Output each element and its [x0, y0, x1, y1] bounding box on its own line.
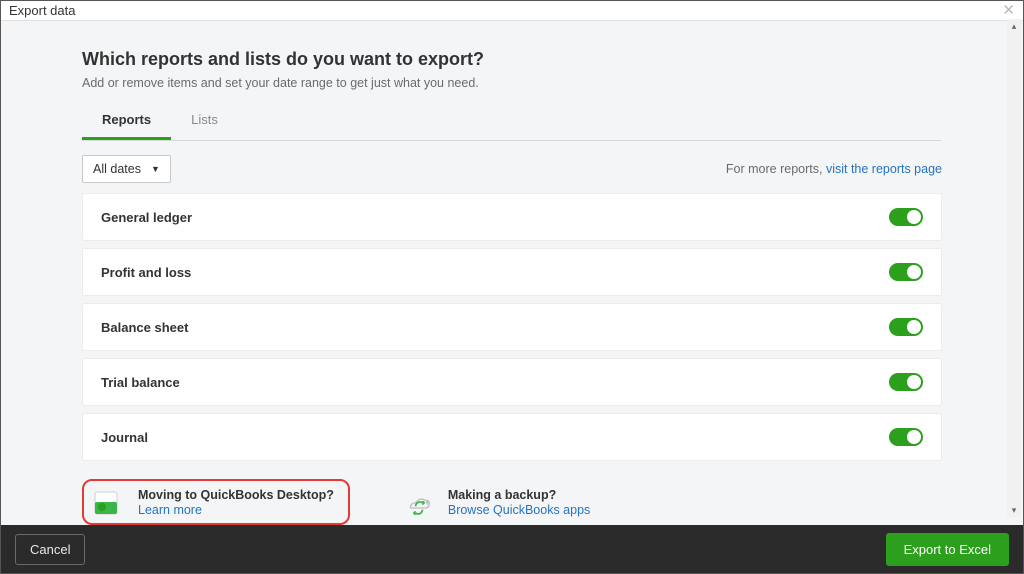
- cancel-button[interactable]: Cancel: [15, 534, 85, 565]
- export-data-modal: Export data ✕ ▴ ▾ Which reports and list…: [0, 0, 1024, 574]
- callout-desktop: Moving to QuickBooks Desktop? Learn more: [82, 479, 350, 525]
- modal-title: Export data: [9, 1, 76, 21]
- tab-reports[interactable]: Reports: [82, 104, 171, 140]
- toggle-balance-sheet[interactable]: [889, 318, 923, 336]
- scrollbar[interactable]: ▴ ▾: [1007, 19, 1021, 517]
- report-row-general-ledger: General ledger: [82, 193, 942, 241]
- page-heading: Which reports and lists do you want to e…: [82, 49, 942, 70]
- controls-row: All dates ▼ For more reports, visit the …: [82, 155, 942, 183]
- report-row-trial-balance: Trial balance: [82, 358, 942, 406]
- more-reports: For more reports, visit the reports page: [726, 162, 942, 176]
- titlebar: Export data ✕: [1, 1, 1023, 21]
- callout-backup: Making a backup? Browse QuickBooks apps: [390, 479, 602, 525]
- callout-desktop-link[interactable]: Learn more: [138, 503, 334, 517]
- report-list: General ledger Profit and loss Balance s…: [82, 193, 942, 461]
- scroll-down-icon[interactable]: ▾: [1007, 503, 1021, 517]
- report-row-balance-sheet: Balance sheet: [82, 303, 942, 351]
- page-subtext: Add or remove items and set your date ra…: [82, 76, 942, 90]
- chevron-down-icon: ▼: [151, 164, 160, 174]
- tabs: Reports Lists: [82, 104, 942, 141]
- book-icon: [92, 487, 126, 517]
- date-range-value: All dates: [93, 162, 141, 176]
- callout-backup-title: Making a backup?: [448, 487, 590, 503]
- toggle-trial-balance[interactable]: [889, 373, 923, 391]
- report-label: Profit and loss: [101, 265, 191, 280]
- callout-backup-link[interactable]: Browse QuickBooks apps: [448, 503, 590, 517]
- report-label: Journal: [101, 430, 148, 445]
- report-row-journal: Journal: [82, 413, 942, 461]
- more-reports-prefix: For more reports,: [726, 162, 826, 176]
- footer: Cancel Export to Excel: [1, 525, 1023, 573]
- callouts: Moving to QuickBooks Desktop? Learn more: [82, 479, 942, 525]
- tab-lists[interactable]: Lists: [171, 104, 238, 140]
- date-range-select[interactable]: All dates ▼: [82, 155, 171, 183]
- report-label: General ledger: [101, 210, 192, 225]
- report-row-profit-and-loss: Profit and loss: [82, 248, 942, 296]
- content: Which reports and lists do you want to e…: [1, 21, 1023, 525]
- toggle-profit-and-loss[interactable]: [889, 263, 923, 281]
- cloud-sync-icon: [402, 487, 436, 517]
- toggle-general-ledger[interactable]: [889, 208, 923, 226]
- callout-desktop-title: Moving to QuickBooks Desktop?: [138, 487, 334, 503]
- close-icon[interactable]: ✕: [1002, 1, 1015, 21]
- report-label: Trial balance: [101, 375, 180, 390]
- scroll-up-icon[interactable]: ▴: [1007, 19, 1021, 33]
- export-to-excel-button[interactable]: Export to Excel: [886, 533, 1009, 566]
- toggle-journal[interactable]: [889, 428, 923, 446]
- report-label: Balance sheet: [101, 320, 188, 335]
- visit-reports-link[interactable]: visit the reports page: [826, 162, 942, 176]
